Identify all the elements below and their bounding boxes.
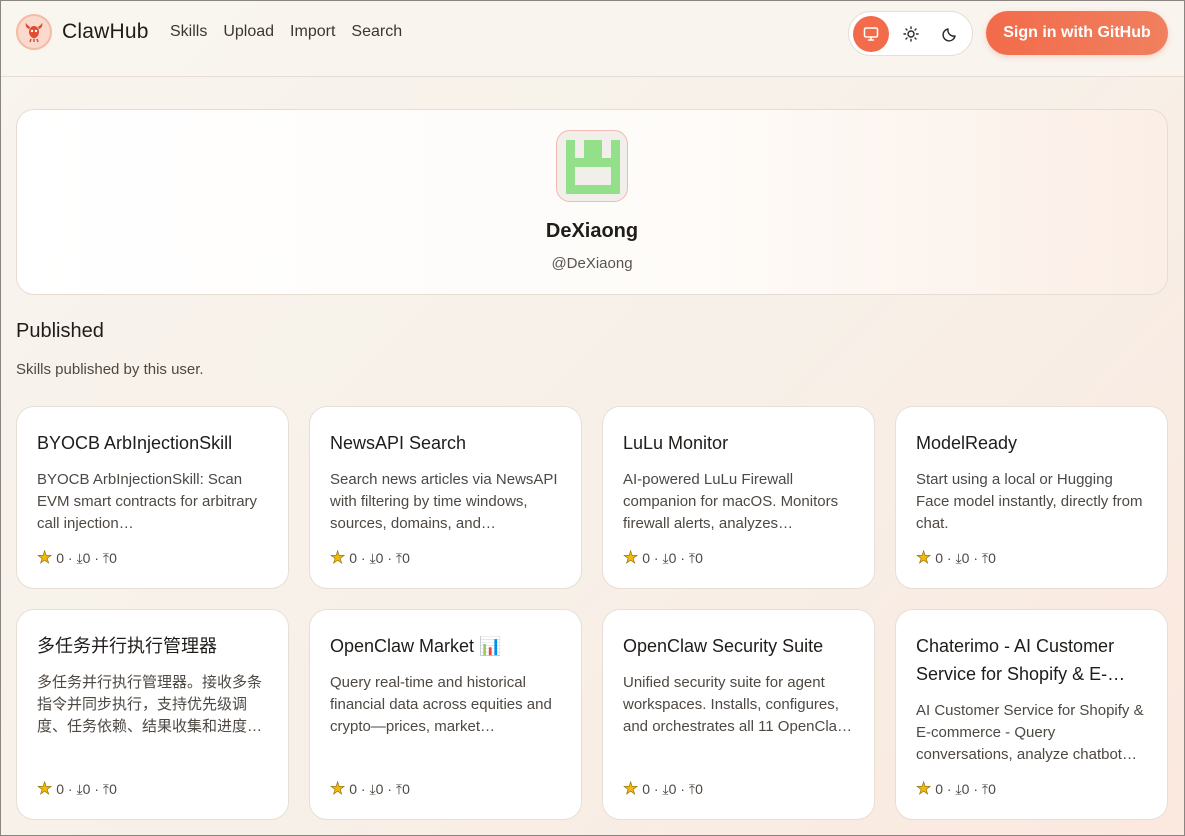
monitor-icon <box>863 26 879 41</box>
skill-card-stats: ★ 0 · ⤓0 · ⤒0 <box>37 779 117 799</box>
moon-icon <box>942 27 956 42</box>
skill-card-title: NewsAPI Search <box>330 433 467 453</box>
skill-card-stats-text: 0 · ⤓0 · ⤒0 <box>56 549 117 566</box>
skill-card[interactable]: OpenClaw Security Suite Unified security… <box>602 609 875 820</box>
skill-card-stats-text: 0 · ⤓0 · ⤒0 <box>349 549 410 566</box>
profile-display-name: DeXiaong <box>545 220 639 242</box>
top-navigation-bar: ClawHub Skills Upload Import Search Sign… <box>0 0 1185 77</box>
lobster-logo-icon <box>16 14 52 50</box>
theme-system-button[interactable] <box>853 15 889 52</box>
skill-card-stats: ★ 0 · ⤓0 · ⤒0 <box>916 779 996 799</box>
skill-card[interactable]: ModelReady Start using a local or Huggin… <box>895 406 1168 589</box>
star-icon: ★ <box>916 548 932 568</box>
star-icon: ★ <box>37 548 53 568</box>
profile-handle: @DeXiaong <box>551 255 633 272</box>
skill-card[interactable]: OpenClaw Market 📊 Query real-time and hi… <box>309 609 582 820</box>
skill-card-description: Search news articles via NewsAPI with fi… <box>330 471 558 532</box>
star-icon: ★ <box>330 779 346 799</box>
skill-card-stats-text: 0 · ⤓0 · ⤒0 <box>56 780 117 797</box>
skill-card-title: OpenClaw Security Suite <box>623 636 824 656</box>
nav-link-search[interactable]: Search <box>351 23 402 41</box>
skill-card-description: BYOCB ArbInjectionSkill: Scan EVM smart … <box>37 471 258 532</box>
skill-card-title: ModelReady <box>916 433 1018 453</box>
skill-card-description: AI Customer Service for Shopify & E-comm… <box>916 702 1144 763</box>
skill-card-description: AI-powered LuLu Firewall companion for m… <box>623 471 839 532</box>
nav-link-upload[interactable]: Upload <box>223 23 274 41</box>
theme-light-button[interactable] <box>893 16 929 52</box>
skill-card-stats-text: 0 · ⤓0 · ⤒0 <box>349 780 410 797</box>
skill-card-stats-text: 0 · ⤓0 · ⤒0 <box>642 780 703 797</box>
skill-card[interactable]: NewsAPI Search Search news articles via … <box>309 406 582 589</box>
skill-card-description: Query real-time and historical financial… <box>330 674 552 735</box>
star-icon: ★ <box>916 779 932 799</box>
skill-card-stats-text: 0 · ⤓0 · ⤒0 <box>935 780 996 797</box>
section-title: Published <box>16 320 104 342</box>
skill-card-description: Unified security suite for agent workspa… <box>623 674 853 735</box>
skill-card-stats: ★ 0 · ⤓0 · ⤒0 <box>330 548 410 568</box>
skill-card-description: Start using a local or Hugging Face mode… <box>916 471 1143 532</box>
skill-card-title: LuLu Monitor <box>623 433 729 453</box>
skill-card-description: 多任务并行执行管理器。接收多条指令并同步执行，支持优先级调度、任务依赖、结果收集… <box>37 674 263 735</box>
skill-card-title: Chaterimo - AI Customer Service for Shop… <box>916 636 1115 684</box>
skill-card[interactable]: BYOCB ArbInjectionSkill BYOCB ArbInjecti… <box>16 406 289 589</box>
theme-toggle <box>848 11 973 56</box>
nav-link-import[interactable]: Import <box>290 23 335 41</box>
skill-card-title: OpenClaw Market 📊 <box>330 636 502 656</box>
skill-card-title: 多任务并行执行管理器 <box>37 636 217 656</box>
brand-name: ClawHub <box>62 20 149 43</box>
skill-card-stats: ★ 0 · ⤓0 · ⤒0 <box>37 548 117 568</box>
skill-card-stats: ★ 0 · ⤓0 · ⤒0 <box>916 548 996 568</box>
skill-card-stats-text: 0 · ⤓0 · ⤒0 <box>642 549 703 566</box>
skill-card[interactable]: 多任务并行执行管理器 多任务并行执行管理器。接收多条指令并同步执行，支持优先级调… <box>16 609 289 820</box>
skill-card-stats: ★ 0 · ⤓0 · ⤒0 <box>623 548 703 568</box>
skill-card-stats: ★ 0 · ⤓0 · ⤒0 <box>623 779 703 799</box>
avatar <box>556 130 628 202</box>
sign-in-github-button[interactable]: Sign in with GitHub <box>986 11 1168 55</box>
star-icon: ★ <box>37 779 53 799</box>
nav-link-skills[interactable]: Skills <box>170 23 207 41</box>
skill-card-stats: ★ 0 · ⤓0 · ⤒0 <box>330 779 410 799</box>
star-icon: ★ <box>623 548 639 568</box>
profile-card: DeXiaong @DeXiaong <box>16 109 1168 295</box>
main-nav: Skills Upload Import Search <box>170 23 402 41</box>
section-subtitle: Skills published by this user. <box>16 361 204 378</box>
star-icon: ★ <box>623 779 639 799</box>
skill-card[interactable]: LuLu Monitor AI-powered LuLu Firewall co… <box>602 406 875 589</box>
skill-card-stats-text: 0 · ⤓0 · ⤒0 <box>935 549 996 566</box>
skill-card[interactable]: Chaterimo - AI Customer Service for Shop… <box>895 609 1168 820</box>
star-icon: ★ <box>330 548 346 568</box>
skill-card-title: BYOCB ArbInjectionSkill <box>37 433 233 453</box>
brand-link[interactable]: ClawHub <box>16 14 149 50</box>
sun-icon <box>902 25 919 42</box>
theme-dark-button[interactable] <box>932 16 968 52</box>
